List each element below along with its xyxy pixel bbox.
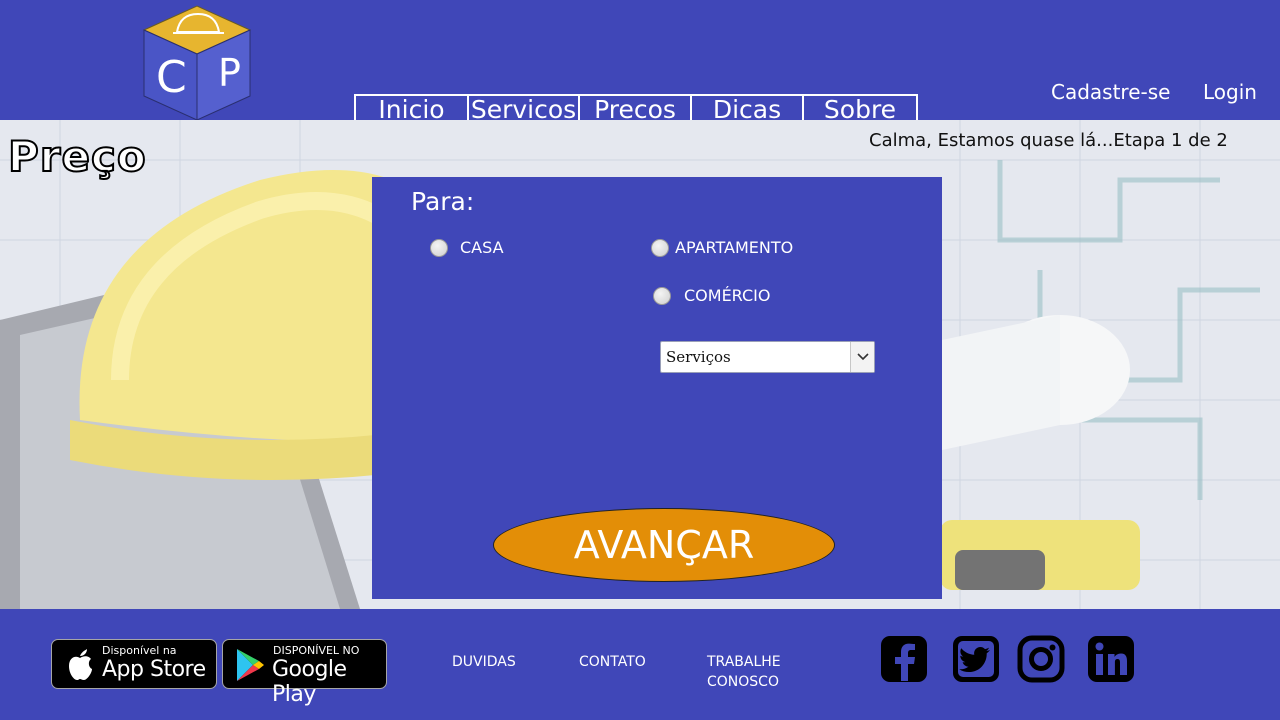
advance-button[interactable]: AVANÇAR bbox=[493, 508, 835, 582]
option-apartamento[interactable]: APARTAMENTO bbox=[651, 238, 793, 257]
chevron-down-icon[interactable] bbox=[850, 342, 874, 372]
instagram-icon[interactable] bbox=[1017, 635, 1065, 683]
googleplay-big-text: Google Play bbox=[272, 657, 347, 707]
services-select[interactable]: Serviços bbox=[660, 341, 875, 373]
google-play-badge[interactable]: DISPONÍVEL NO Google Play bbox=[222, 639, 387, 707]
radio-apartamento[interactable] bbox=[651, 238, 669, 257]
site-header: C P Inicio Servicos Precos Dicas Sobre C… bbox=[0, 0, 1280, 122]
svg-text:C: C bbox=[156, 52, 187, 103]
footer-link-contato[interactable]: CONTATO bbox=[579, 652, 646, 672]
linkedin-icon[interactable] bbox=[1087, 635, 1135, 683]
twitter-icon[interactable] bbox=[952, 635, 1000, 683]
nav-dicas[interactable]: Dicas bbox=[692, 96, 804, 122]
nav-precos[interactable]: Precos bbox=[580, 96, 692, 122]
page-title: Preço bbox=[7, 131, 147, 182]
logo[interactable]: C P bbox=[140, 2, 254, 122]
google-play-icon bbox=[237, 649, 264, 681]
svg-text:P: P bbox=[218, 51, 241, 95]
option-comercio[interactable]: COMÉRCIO bbox=[653, 286, 770, 305]
facebook-icon[interactable] bbox=[880, 635, 928, 683]
option-casa-label: CASA bbox=[460, 238, 504, 257]
login-link[interactable]: Login bbox=[1203, 80, 1257, 104]
nav-inicio[interactable]: Inicio bbox=[356, 96, 469, 122]
app-store-badge[interactable]: Disponível na App Store bbox=[51, 639, 217, 689]
radio-casa[interactable] bbox=[430, 238, 448, 257]
nav-servicos[interactable]: Servicos bbox=[469, 96, 580, 122]
googleplay-small-text: DISPONÍVEL NO bbox=[273, 644, 360, 657]
pricing-form: Para: CASA APARTAMENTO COMÉRCIO Serviços… bbox=[372, 177, 942, 599]
footer-link-duvidas[interactable]: DUVIDAS bbox=[452, 652, 516, 672]
signup-link[interactable]: Cadastre-se bbox=[1051, 80, 1170, 104]
nav-sobre[interactable]: Sobre bbox=[804, 96, 916, 122]
option-comercio-label: COMÉRCIO bbox=[684, 286, 771, 305]
option-casa[interactable]: CASA bbox=[430, 238, 504, 257]
radio-comercio[interactable] bbox=[653, 286, 671, 305]
apple-icon bbox=[69, 649, 92, 680]
option-apartamento-label: APARTAMENTO bbox=[675, 238, 794, 257]
main-nav: Inicio Servicos Precos Dicas Sobre bbox=[354, 94, 918, 122]
services-select-value: Serviços bbox=[666, 348, 731, 366]
footer-link-trabalhe[interactable]: TRABALHE CONOSCO bbox=[707, 652, 807, 692]
form-heading: Para: bbox=[411, 187, 475, 216]
step-indicator: Calma, Estamos quase lá...Etapa 1 de 2 bbox=[869, 130, 1228, 151]
appstore-big-text: App Store bbox=[102, 657, 206, 682]
site-footer: Disponível na App Store DISPONÍVEL NO Go… bbox=[0, 609, 1280, 720]
appstore-small-text: Disponível na bbox=[102, 644, 177, 657]
